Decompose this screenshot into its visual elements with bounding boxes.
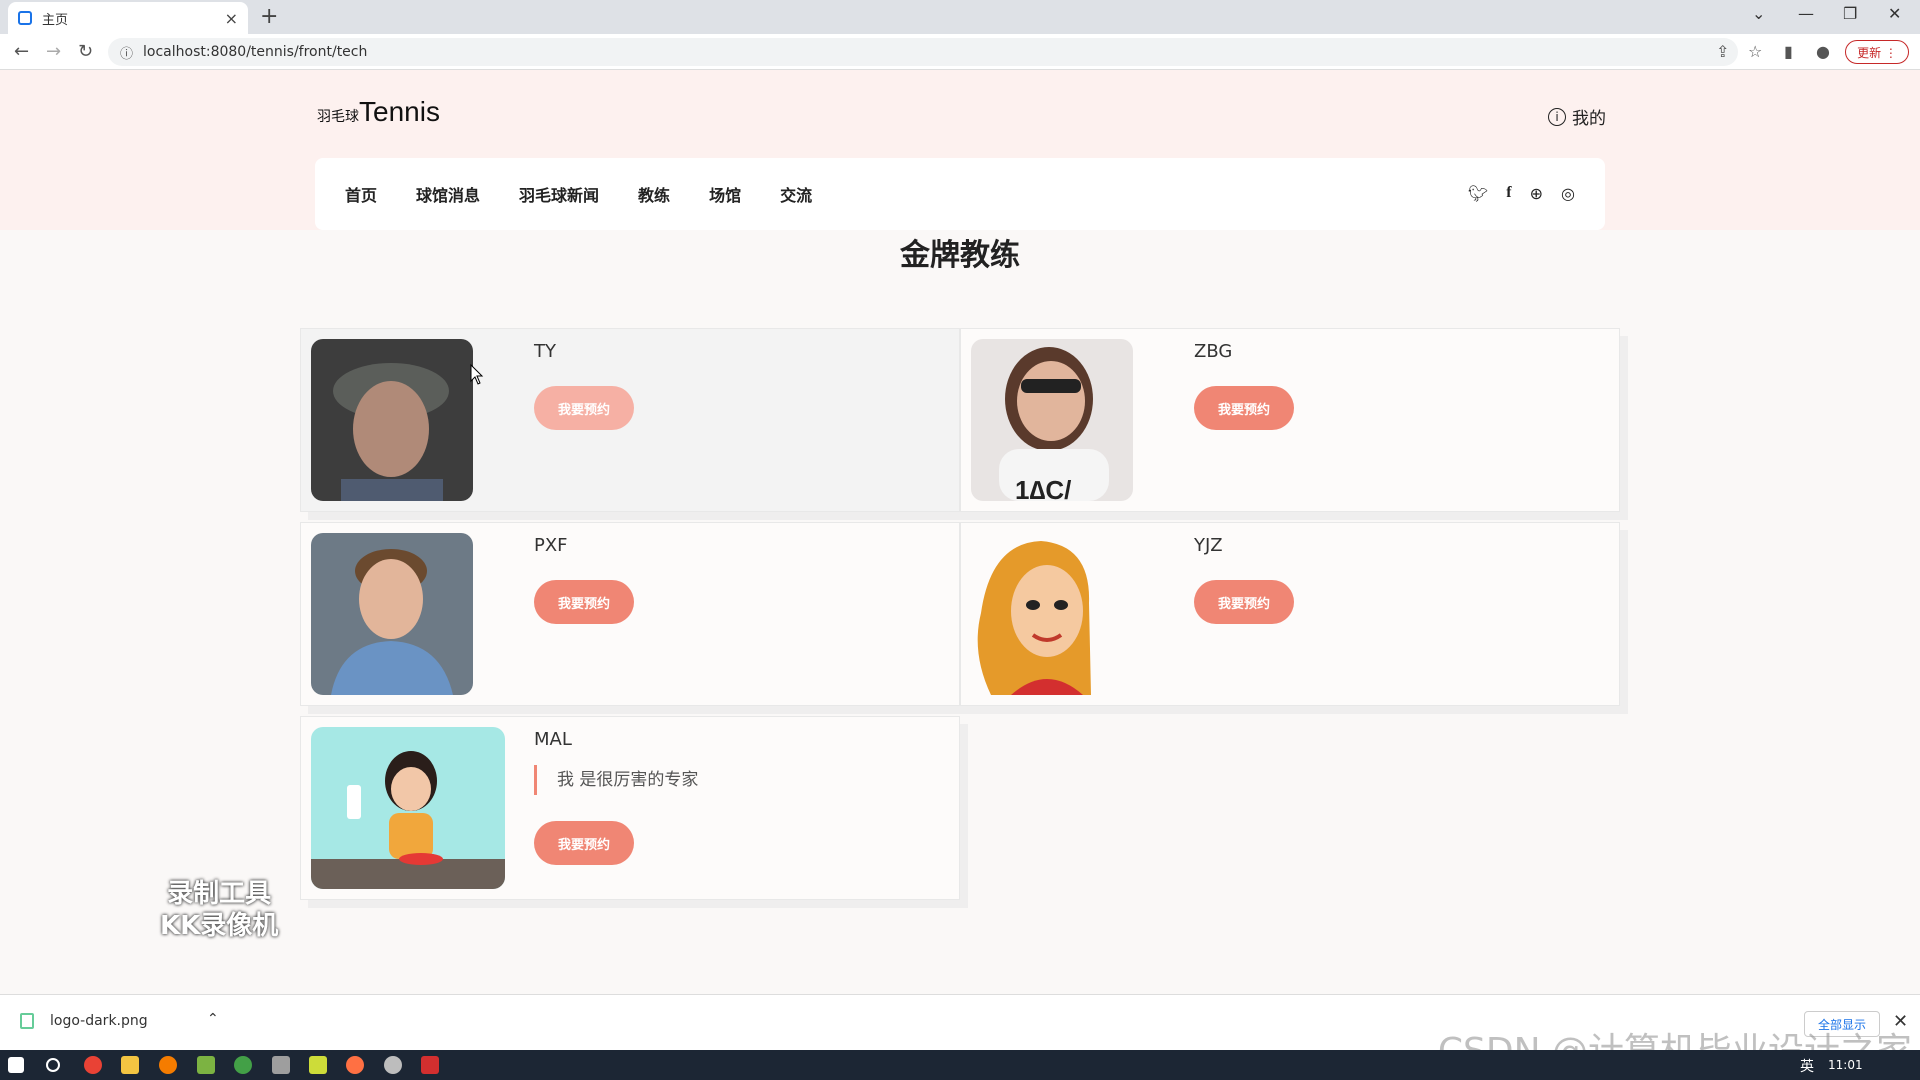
new-tab-button[interactable]: + (260, 4, 278, 29)
input-method-indicator[interactable]: 英 (1800, 1056, 1814, 1076)
coach-name: MAL (534, 729, 572, 750)
nav-item-badminton-news[interactable]: 羽毛球新闻 (519, 182, 599, 206)
windows-start-icon[interactable] (8, 1057, 24, 1073)
back-icon[interactable]: ← (14, 41, 29, 62)
search-app-icon[interactable] (159, 1056, 177, 1074)
file-explorer-icon[interactable] (121, 1056, 139, 1074)
update-button[interactable]: 更新 ⋮ (1845, 40, 1909, 64)
mouse-cursor-icon (470, 364, 484, 385)
restore-button[interactable]: ❐ (1843, 4, 1857, 23)
download-item[interactable]: logo-dark.png (20, 1013, 148, 1029)
mine-label: 我的 (1572, 109, 1606, 129)
coach-name: YJZ (1194, 535, 1223, 556)
nav-item-venue-news[interactable]: 球馆消息 (416, 182, 480, 206)
tab-close-icon[interactable]: × (225, 9, 238, 28)
coach-card[interactable]: MAL 我 是很厉害的专家 我要预约 (300, 716, 960, 900)
coach-photo: 1∆C/ (971, 339, 1133, 501)
facebook-icon[interactable]: f (1506, 184, 1511, 203)
os-taskbar: 英 11:01 (0, 1050, 1920, 1080)
nav-item-coaches[interactable]: 教练 (638, 182, 670, 206)
nav-item-courts[interactable]: 场馆 (709, 182, 741, 206)
chrome-icon[interactable] (84, 1056, 102, 1074)
chevron-up-icon[interactable]: ⌃ (207, 1011, 219, 1027)
coach-card[interactable]: YJZ 我要预约 (960, 522, 1620, 706)
wps-icon[interactable] (421, 1056, 439, 1074)
search-icon[interactable] (46, 1058, 60, 1072)
url-text: localhost:8080/tennis/front/tech (143, 44, 368, 60)
nav-item-home[interactable]: 首页 (345, 182, 377, 206)
system-clock[interactable]: 11:01 (1828, 1058, 1863, 1072)
share-icon[interactable]: ⇪ (1716, 42, 1729, 61)
page-title: 金牌教练 (900, 238, 1020, 273)
dribbble-icon[interactable]: ⊕ (1530, 184, 1543, 203)
watermark-line1: 录制工具 (167, 879, 272, 909)
tab-search-icon[interactable]: ⌄ (1752, 4, 1765, 23)
instagram-icon[interactable]: ◎ (1561, 184, 1575, 203)
app-icon[interactable] (272, 1056, 290, 1074)
address-bar[interactable]: ⓘ localhost:8080/tennis/front/tech (108, 38, 1738, 66)
book-button[interactable]: 我要预约 (534, 386, 634, 430)
bookmark-star-icon[interactable]: ☆ (1748, 42, 1762, 61)
book-button[interactable]: 我要预约 (1194, 386, 1294, 430)
settings-icon[interactable] (384, 1056, 402, 1074)
notepad-icon[interactable] (309, 1056, 327, 1074)
coach-name: TY (534, 341, 556, 362)
nav-item-forum[interactable]: 交流 (780, 182, 812, 206)
download-filename: logo-dark.png (50, 1013, 148, 1029)
coach-photo (971, 533, 1133, 695)
main-nav: 首页 球馆消息 羽毛球新闻 教练 场馆 交流 🐦︎ f ⊕ ◎ (315, 158, 1605, 230)
site-info-icon[interactable]: ⓘ (120, 43, 133, 62)
book-button[interactable]: 我要预约 (534, 821, 634, 865)
coach-card[interactable]: 1∆C/ ZBG 我要预约 (960, 328, 1620, 512)
watermark-line2: KK录像机 (160, 911, 279, 941)
forward-icon[interactable]: → (46, 41, 61, 62)
app-icon[interactable] (197, 1056, 215, 1074)
coach-name: PXF (534, 535, 568, 556)
coach-photo (311, 727, 505, 889)
book-button[interactable]: 我要预约 (1194, 580, 1294, 624)
tab-title: 主页 (42, 12, 69, 28)
side-panel-icon[interactable]: ▮ (1784, 42, 1793, 61)
coach-name: ZBG (1194, 341, 1233, 362)
browser-tab[interactable]: 主页 × (8, 2, 248, 34)
browser-tabbar: 主页 × + ⌄ — ❐ ✕ (0, 0, 1920, 34)
coach-photo (311, 533, 473, 695)
page-favicon-icon (18, 11, 32, 25)
coach-card[interactable]: PXF 我要预约 (300, 522, 960, 706)
minimize-button[interactable]: — (1798, 4, 1814, 23)
site-logo[interactable]: 羽毛球Tennis (317, 96, 440, 128)
browser-toolbar: ← → ↻ ⓘ localhost:8080/tennis/front/tech… (0, 34, 1920, 70)
close-window-button[interactable]: ✕ (1888, 4, 1901, 23)
coach-quote: 我 是很厉害的专家 (534, 765, 698, 795)
coach-card[interactable]: TY 我要预约 (300, 328, 960, 512)
reload-icon[interactable]: ↻ (78, 41, 93, 62)
twitter-icon[interactable]: 🐦︎ (1468, 184, 1488, 203)
social-links: 🐦︎ f ⊕ ◎ (1468, 184, 1575, 203)
logo-big-text: Tennis (359, 96, 440, 127)
wechat-icon[interactable] (234, 1056, 252, 1074)
image-file-icon (20, 1013, 34, 1029)
recorder-watermark: 录制工具 KK录像机 (160, 878, 278, 942)
logo-small-text: 羽毛球 (317, 108, 359, 124)
profile-icon[interactable]: ● (1816, 42, 1830, 61)
mine-link[interactable]: i 我的 (1548, 104, 1606, 129)
coach-photo (311, 339, 473, 501)
book-button[interactable]: 我要预约 (534, 580, 634, 624)
svg-text:1∆C/: 1∆C/ (1015, 475, 1071, 501)
info-icon: i (1548, 107, 1566, 126)
recorder-app-icon[interactable] (346, 1056, 364, 1074)
